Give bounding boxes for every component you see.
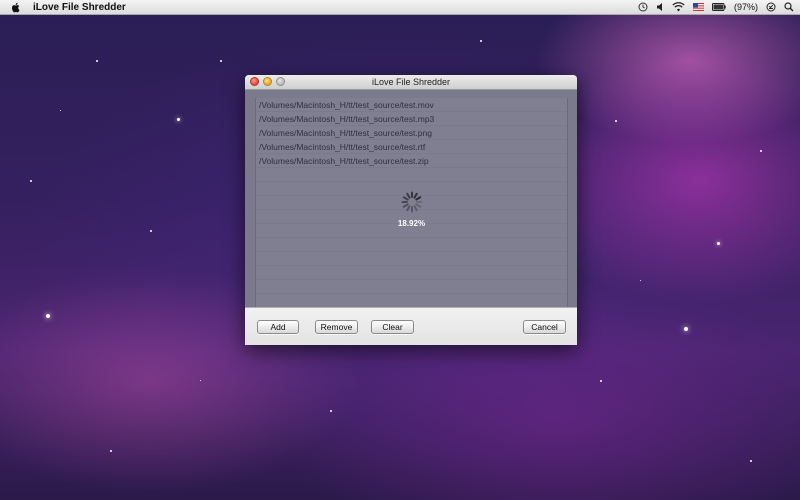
cancel-button[interactable]: Cancel (523, 320, 566, 334)
star (177, 118, 180, 121)
star (46, 314, 50, 318)
minimize-window-button[interactable] (263, 77, 272, 86)
star (684, 327, 688, 331)
clear-button[interactable]: Clear (371, 320, 414, 334)
app-window: iLove File Shredder /Volumes/Macintosh_H… (245, 75, 577, 345)
star (200, 380, 201, 381)
file-list-item[interactable]: /Volumes/Macintosh_H/tt/test_source/test… (256, 140, 567, 154)
battery-percentage[interactable]: (97%) (734, 2, 758, 12)
progress-spinner-icon (401, 191, 423, 213)
star (717, 242, 720, 245)
clock-icon[interactable] (766, 2, 776, 12)
file-list-item[interactable]: /Volumes/Macintosh_H/tt/test_source/test… (256, 112, 567, 126)
wifi-icon[interactable] (672, 2, 685, 12)
star (330, 410, 332, 412)
progress-percentage: 18.92% (397, 219, 426, 228)
close-window-button[interactable] (250, 77, 259, 86)
apple-menu-icon[interactable] (11, 2, 21, 13)
star (760, 150, 762, 152)
volume-icon[interactable] (656, 2, 664, 12)
star (750, 460, 752, 462)
file-list-item[interactable]: /Volumes/Macintosh_H/tt/test_source/test… (256, 126, 567, 140)
star (480, 40, 482, 42)
time-machine-icon[interactable] (638, 2, 648, 12)
star (600, 380, 602, 382)
title-bar[interactable]: iLove File Shredder (245, 75, 577, 90)
spotlight-search-icon[interactable] (784, 2, 794, 12)
remove-button[interactable]: Remove (315, 320, 358, 334)
star (96, 60, 98, 62)
file-list-area: /Volumes/Macintosh_H/tt/test_source/test… (245, 90, 577, 307)
star (110, 450, 112, 452)
menu-bar: iLove File Shredder (97%) (0, 0, 800, 15)
star (615, 120, 617, 122)
battery-icon[interactable] (711, 3, 726, 11)
add-button[interactable]: Add (257, 320, 299, 334)
star (640, 280, 641, 281)
star (60, 110, 61, 111)
file-list-item[interactable]: /Volumes/Macintosh_H/tt/test_source/test… (256, 154, 567, 168)
window-controls (250, 77, 285, 86)
star (150, 230, 152, 232)
status-area: (97%) (638, 0, 794, 14)
file-list[interactable]: /Volumes/Macintosh_H/tt/test_source/test… (255, 98, 568, 307)
window-title: iLove File Shredder (371, 77, 451, 87)
file-list-item[interactable]: /Volumes/Macintosh_H/tt/test_source/test… (256, 98, 567, 112)
app-menu-name[interactable]: iLove File Shredder (33, 2, 126, 13)
star (30, 180, 32, 182)
bottom-toolbar: Add Remove Clear Cancel (245, 307, 577, 345)
star (220, 60, 222, 62)
zoom-window-button[interactable] (276, 77, 285, 86)
us-flag-input-icon[interactable] (692, 3, 704, 11)
